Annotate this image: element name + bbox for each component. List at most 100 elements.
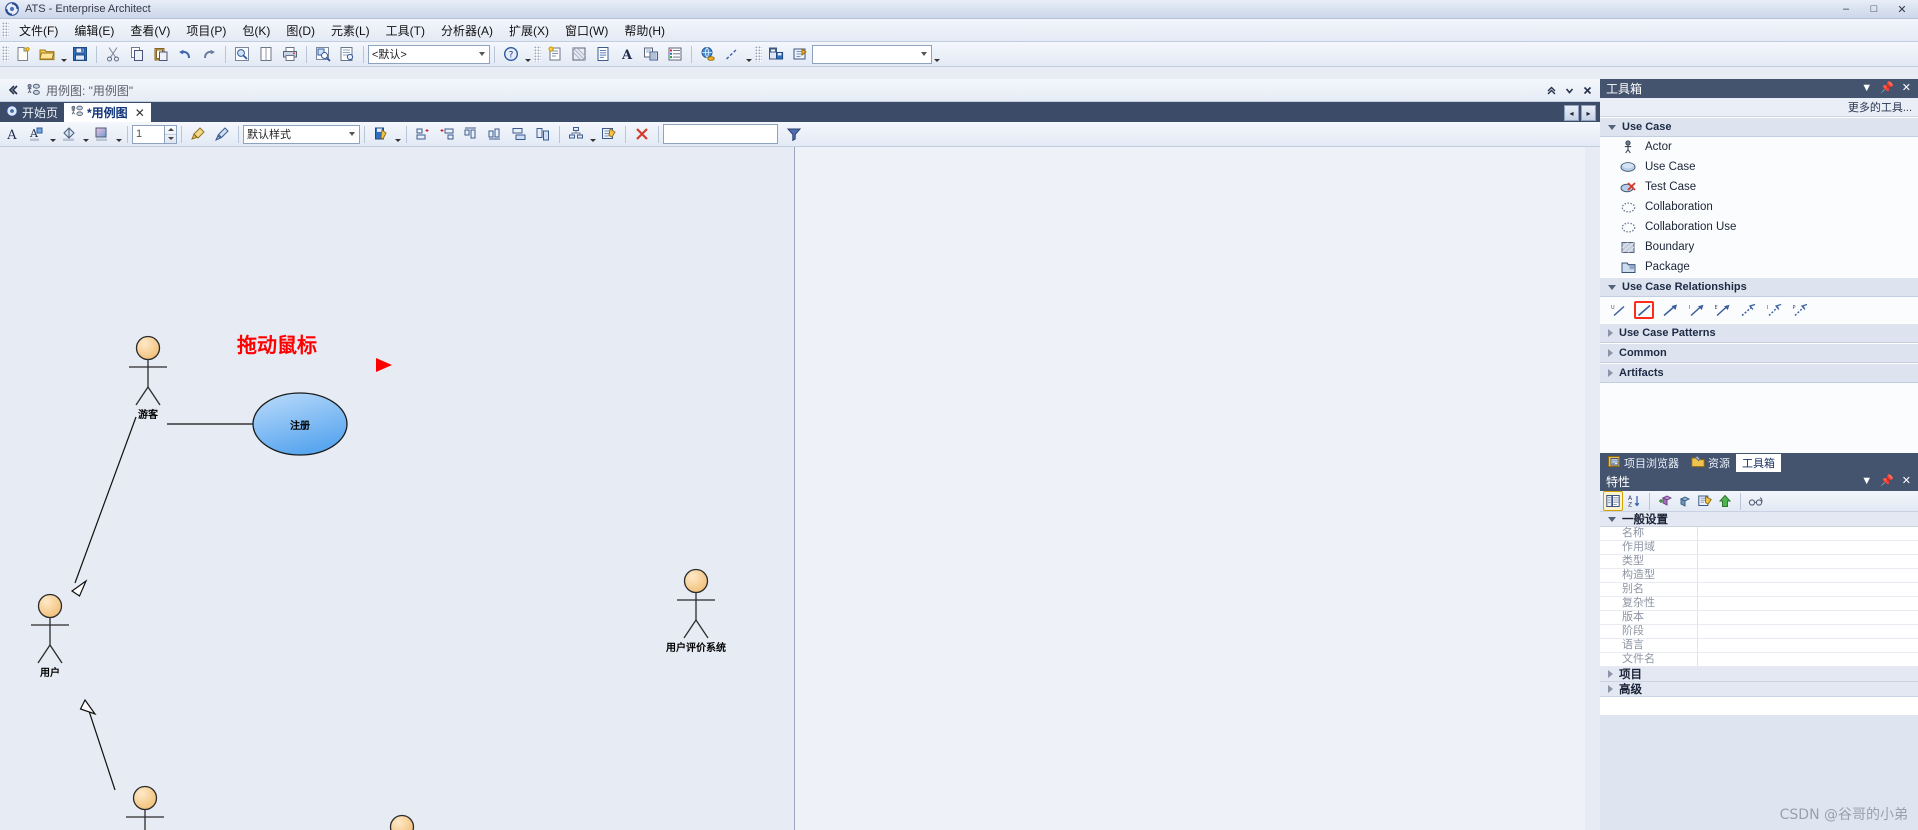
workspace-combobox[interactable] (812, 44, 932, 64)
toolbar-gripper-3[interactable] (755, 46, 762, 62)
document-icon[interactable] (592, 43, 614, 65)
line-style-dropdown-caret-icon[interactable] (744, 42, 753, 66)
tab-start-page[interactable]: 开始页 (0, 103, 64, 122)
search-in-model-icon[interactable] (312, 43, 334, 65)
toolbox-item-test-case[interactable]: Test Case (1600, 177, 1918, 197)
matrix-icon[interactable] (568, 43, 590, 65)
close-button[interactable]: ✕ (1888, 1, 1916, 17)
element-note-icon[interactable] (598, 123, 620, 145)
cut-icon[interactable] (102, 43, 124, 65)
zoom-find-icon[interactable] (231, 43, 253, 65)
property-value-complexity[interactable] (1698, 597, 1918, 610)
inspect-glasses-icon[interactable] (1747, 492, 1765, 510)
prev-tab-icon[interactable]: ◂ (1564, 105, 1579, 121)
style-combobox[interactable]: 默认样式 (243, 124, 360, 144)
rel-generalize-icon[interactable] (1660, 301, 1680, 319)
close-icon[interactable]: ✕ (135, 106, 145, 120)
same-height-icon[interactable] (532, 123, 554, 145)
menu-window[interactable]: 窗口(W) (557, 20, 616, 41)
menu-help[interactable]: 帮助(H) (616, 20, 673, 41)
menu-file[interactable]: 文件(F) (11, 20, 66, 41)
rel-associate-icon[interactable] (1634, 301, 1654, 319)
open-folder-icon[interactable] (36, 43, 58, 65)
toolbox-group-use-case[interactable]: Use Case (1600, 117, 1918, 137)
delete-icon[interactable] (631, 123, 653, 145)
pin-icon[interactable]: 📌 (1880, 83, 1894, 94)
toolbar-overflow-caret-icon[interactable] (932, 42, 941, 66)
new-file-icon[interactable] (12, 43, 34, 65)
chevron-down-icon[interactable] (345, 127, 359, 142)
toolbox-item-use-case[interactable]: Use Case (1600, 157, 1918, 177)
pin-icon[interactable]: 📌 (1880, 476, 1894, 487)
rel-include-icon[interactable]: I (1686, 301, 1706, 319)
open-dropdown-caret-icon[interactable] (59, 42, 68, 66)
line-style-icon[interactable] (721, 43, 743, 65)
dock-tab-resources[interactable]: 资源 (1685, 454, 1736, 472)
add-element-icon[interactable] (544, 43, 566, 65)
rel-extend-icon[interactable]: E (1712, 301, 1732, 319)
add-property-icon[interactable] (1656, 492, 1674, 510)
property-row-name[interactable]: 名称 (1600, 527, 1918, 541)
save-style-dropdown-caret-icon[interactable] (393, 122, 402, 146)
menu-analyzer[interactable]: 分析器(A) (433, 20, 501, 41)
tab-use-case-diagram[interactable]: *用例图 ✕ (64, 103, 151, 122)
relationship-matrix-icon[interactable] (640, 43, 662, 65)
chevron-down-icon[interactable] (917, 47, 931, 62)
property-value-stereotype[interactable] (1698, 569, 1918, 582)
page-icon[interactable] (255, 43, 277, 65)
publish-web-icon[interactable] (697, 43, 719, 65)
collapse-up-icon[interactable] (1543, 82, 1559, 98)
property-row-scope[interactable]: 作用域 (1600, 541, 1918, 555)
text-format-icon[interactable]: A (616, 43, 638, 65)
toolbox-item-package[interactable]: Package (1600, 257, 1918, 277)
undo-icon[interactable] (174, 43, 196, 65)
auto-layout-icon[interactable] (565, 123, 587, 145)
close-icon[interactable]: ✕ (1902, 476, 1911, 487)
align-right-icon[interactable] (436, 123, 458, 145)
properties-section-project[interactable]: 项目 (1600, 667, 1918, 682)
menu-package[interactable]: 包(K) (234, 20, 278, 41)
align-bottom-icon[interactable] (484, 123, 506, 145)
property-value-filename[interactable] (1698, 653, 1918, 666)
copy-icon[interactable] (126, 43, 148, 65)
property-row-filename[interactable]: 文件名 (1600, 653, 1918, 667)
menu-edit[interactable]: 编辑(E) (66, 20, 122, 41)
inspect-icon[interactable] (336, 43, 358, 65)
auto-layout-dropdown-caret-icon[interactable] (588, 122, 597, 146)
rel-precedes-icon[interactable]: P (1790, 301, 1810, 319)
paste-icon[interactable] (150, 43, 172, 65)
toolbox-item-actor[interactable]: Actor (1600, 137, 1918, 157)
alphabetical-sort-icon[interactable]: AZ (1625, 492, 1643, 510)
minimize-button[interactable]: – (1832, 1, 1860, 17)
gradient-dropdown-caret-icon[interactable] (114, 122, 123, 146)
diagram-canvas[interactable]: 拖动鼠标 注册 游客 用户 注册用户 管理员 用户评价系统 (0, 147, 1599, 830)
dock-tab-project-browser[interactable]: 项目浏览器 (1602, 454, 1685, 472)
toolbox-item-collaboration[interactable]: Collaboration (1600, 197, 1918, 217)
help-icon[interactable]: ? (500, 43, 522, 65)
dock-tab-toolbox[interactable]: 工具箱 (1736, 454, 1781, 472)
chevron-down-icon[interactable] (1561, 82, 1577, 98)
rel-realize-icon[interactable] (1738, 301, 1758, 319)
fill-color-dropdown-caret-icon[interactable] (81, 122, 90, 146)
property-row-phase[interactable]: 阶段 (1600, 625, 1918, 639)
menubar-gripper[interactable] (2, 22, 9, 38)
stepper-up-icon[interactable] (165, 126, 176, 135)
menu-view[interactable]: 查看(V) (122, 20, 178, 41)
property-value-type[interactable] (1698, 555, 1918, 568)
filter-input[interactable] (663, 124, 778, 144)
property-value-scope[interactable] (1698, 541, 1918, 554)
font-style-dropdown-caret-icon[interactable] (48, 122, 57, 146)
more-tools-link[interactable]: 更多的工具... (1600, 98, 1918, 117)
edit-note-icon[interactable] (1696, 492, 1714, 510)
properties-section-advanced[interactable]: 高级 (1600, 682, 1918, 697)
help-dropdown-caret-icon[interactable] (523, 42, 532, 66)
format-painter-icon[interactable] (187, 123, 209, 145)
chevron-down-icon[interactable] (475, 47, 489, 62)
property-row-alias[interactable]: 别名 (1600, 583, 1918, 597)
next-tab-icon[interactable]: ▸ (1581, 105, 1596, 121)
perspective-combobox[interactable]: <默认> (368, 44, 490, 64)
menu-diagram[interactable]: 图(D) (278, 20, 323, 41)
toolbox-group-artifacts[interactable]: Artifacts (1600, 363, 1918, 383)
rel-invokes-icon[interactable]: I (1764, 301, 1784, 319)
collapse-panel-icon[interactable] (6, 84, 18, 96)
